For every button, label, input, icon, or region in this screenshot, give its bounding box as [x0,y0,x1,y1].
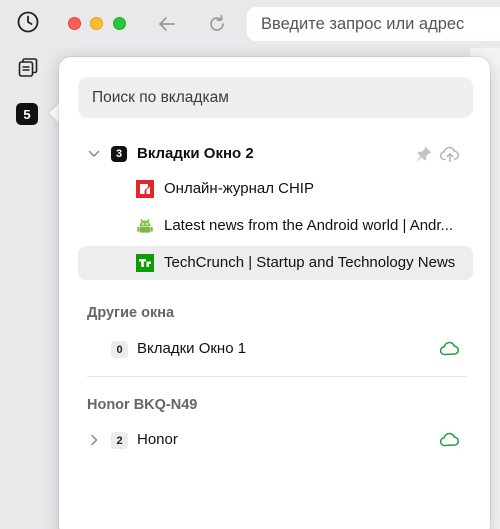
cloud-upload-icon[interactable] [439,145,461,163]
pin-icon[interactable] [415,145,433,163]
reload-icon[interactable] [204,11,230,37]
group-title: Honor [137,431,178,448]
techcrunch-favicon [136,254,154,272]
clock-icon[interactable] [14,8,42,36]
group-tab-count: 2 [111,432,128,449]
minimize-window-button[interactable] [90,17,103,30]
window-tab-count: 3 [111,146,127,162]
other-windows-label: Другие окна [87,305,175,321]
zoom-window-button[interactable] [113,17,126,30]
android-favicon [137,219,153,233]
address-placeholder: Введите запрос или адрес [261,14,465,33]
browser-toolbar: Введите запрос или адрес [55,0,500,48]
address-bar[interactable]: Введите запрос или адрес [247,7,500,41]
window-group-current[interactable]: 3 Вкладки Окно 2 [59,139,490,169]
chevron-down-icon[interactable] [87,147,101,161]
sidebar-rail: 5 [0,0,55,529]
chevron-right-icon[interactable] [87,433,101,447]
tab-title: Онлайн-журнал CHIP [164,180,314,197]
tab-item-android[interactable]: Latest news from the Android world | And… [78,209,473,243]
chip-favicon [136,180,154,198]
window-title: Вкладки Окно 1 [137,340,247,357]
tab-item-techcrunch[interactable]: TechCrunch | Startup and Technology News [78,246,473,280]
device-group-honor[interactable]: 2 Honor [59,425,490,455]
back-arrow-icon[interactable] [154,11,180,37]
tab-title: TechCrunch | Startup and Technology News [164,254,456,271]
tab-search-input[interactable]: Поиск по вкладкам [78,77,473,118]
tabs-stack-icon[interactable] [14,54,42,82]
tab-item-chip[interactable]: Онлайн-журнал CHIP [78,172,473,206]
tab-title: Latest news from the Android world | And… [164,217,454,234]
window-title: Вкладки Окно 2 [137,145,254,162]
close-window-button[interactable] [68,17,81,30]
section-divider [87,376,467,377]
device-label: Honor BKQ-N49 [87,397,198,413]
tab-count-badge[interactable]: 5 [16,103,38,125]
cloud-icon[interactable] [439,340,461,358]
tabs-panel: Поиск по вкладкам 3 Вкладки Окно 2 Онлай… [59,57,490,529]
cloud-icon[interactable] [439,431,461,449]
tab-search-placeholder: Поиск по вкладкам [92,88,229,106]
window-group-other[interactable]: 0 Вкладки Окно 1 [59,334,490,364]
window-tab-count: 0 [111,341,128,358]
